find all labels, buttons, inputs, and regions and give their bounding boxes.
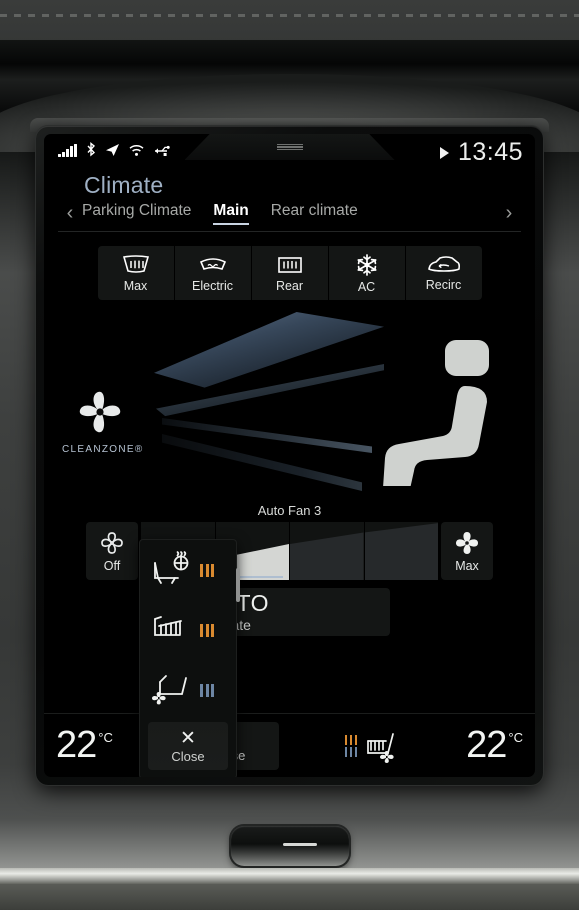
right-temperature-value: 22 <box>466 724 507 766</box>
recirculation-label: Recirc <box>425 277 462 292</box>
right-seat-level-bars <box>344 734 358 757</box>
infotainment-screen: 13:45 Climate ‹ Parking Climate Main Rea… <box>44 134 535 777</box>
play-icon[interactable] <box>439 146 449 159</box>
car-dashboard: 13:45 Climate ‹ Parking Climate Main Rea… <box>0 0 579 910</box>
signal-bars-icon <box>58 144 77 157</box>
steering-wheel-heat-item[interactable] <box>140 540 236 600</box>
tab-list: Parking Climate Main Rear climate <box>82 202 497 225</box>
console-base <box>0 884 579 910</box>
fan-speed-row: Off Max <box>58 522 521 580</box>
recirculation-button[interactable]: Recirc <box>405 246 482 300</box>
tab-bar: ‹ Parking Climate Main Rear climate › <box>58 202 521 225</box>
left-temperature-value: 22 <box>56 724 97 766</box>
left-temperature[interactable]: 22 °C <box>56 724 113 767</box>
right-seat-vent-bars <box>344 746 358 757</box>
popup-close-label: Close <box>171 748 205 764</box>
fan-off-button[interactable]: Off <box>86 522 138 580</box>
navigation-arrow-icon <box>105 144 119 156</box>
electric-defrost-label: Electric <box>192 278 233 293</box>
status-bar: 13:45 <box>44 134 535 172</box>
seat-heat-vent-icon <box>367 732 395 763</box>
max-defrost-button[interactable]: Max <box>97 246 174 300</box>
header-divider <box>58 231 521 232</box>
max-defrost-label: Max <box>123 278 148 293</box>
left-temperature-unit: °C <box>98 730 113 745</box>
leather-stitching <box>0 14 579 17</box>
seat-silhouette-icon <box>383 340 489 486</box>
rear-defrost-button[interactable]: Rear <box>251 246 328 300</box>
steering-wheel-heat-icon <box>154 551 189 584</box>
recirculation-icon <box>427 255 460 272</box>
right-seat-indicator[interactable] <box>344 729 401 763</box>
cleanzone-fan-icon <box>79 391 121 433</box>
right-temperature[interactable]: 22 °C <box>466 724 523 767</box>
airflow-beam-middle <box>162 418 372 453</box>
prev-page-arrow[interactable]: ‹ <box>58 202 82 225</box>
fan-off-label: Off <box>103 558 121 573</box>
wifi-icon <box>129 145 143 156</box>
tab-main[interactable]: Main <box>213 202 250 225</box>
next-page-arrow[interactable]: › <box>497 202 521 225</box>
ac-button[interactable]: AC <box>328 246 405 300</box>
physical-home-button[interactable] <box>231 826 349 866</box>
fan-max-button[interactable]: Max <box>441 522 493 580</box>
close-x-icon: ✕ <box>180 727 196 749</box>
tab-rear-climate[interactable]: Rear climate <box>271 202 358 225</box>
pulldown-handle[interactable] <box>184 134 395 160</box>
seat-climate-popup: ✕ Close <box>140 540 240 777</box>
popup-close-button[interactable]: ✕ Close <box>148 722 228 770</box>
seat-heat-item[interactable] <box>140 600 236 660</box>
ac-label: AC <box>357 279 376 294</box>
seat-ventilation-item[interactable] <box>140 660 236 720</box>
page-title: Climate <box>84 172 164 198</box>
seat-ventilation-level <box>200 683 214 697</box>
rear-defrost-icon <box>277 256 302 273</box>
right-temperature-unit: °C <box>508 730 523 745</box>
max-defrost-icon <box>122 254 149 273</box>
usb-icon <box>154 145 170 156</box>
fan-outline-icon <box>101 531 123 554</box>
auto-climate-row: AUTO Climate <box>58 588 521 636</box>
fan-solid-icon <box>456 531 478 554</box>
chrome-trim <box>0 868 579 884</box>
airflow-beam-top <box>154 312 384 388</box>
seat-heat-level <box>200 623 214 637</box>
fan-segment-4[interactable] <box>364 522 438 580</box>
bottom-bar: 22 °C ✕ Close <box>44 713 535 777</box>
fan-max-label: Max <box>455 558 479 573</box>
steering-wheel-heat-level <box>200 563 214 577</box>
clock: 13:45 <box>457 138 523 166</box>
bluetooth-icon <box>86 142 95 157</box>
seat-heat-icon <box>154 616 182 636</box>
status-icons <box>58 142 171 157</box>
cleanzone-airflow-graphic: CLEANZONE® <box>44 306 535 501</box>
rear-defrost-label: Rear <box>275 278 304 293</box>
electric-defrost-icon <box>199 257 226 270</box>
electric-defrost-button[interactable]: Electric <box>174 246 251 300</box>
popup-scrollbar[interactable] <box>236 568 240 602</box>
cleanzone-label: CLEANZONE® <box>62 444 144 455</box>
seat-ventilation-icon <box>152 675 187 705</box>
page-header: Climate ‹ Parking Climate Main Rear clim… <box>44 172 535 232</box>
ac-snowflake-icon <box>356 253 377 276</box>
right-seat-heat-bars <box>344 734 358 745</box>
defrost-button-row: Max Electric Rear AC Recirc <box>58 246 521 300</box>
status-right: 13:45 <box>439 138 523 167</box>
tab-parking-climate[interactable]: Parking Climate <box>82 202 191 225</box>
home-button-indicator <box>283 843 317 846</box>
fan-speed-label: Auto Fan 3 <box>257 503 322 518</box>
fan-segment-3[interactable] <box>290 522 364 580</box>
